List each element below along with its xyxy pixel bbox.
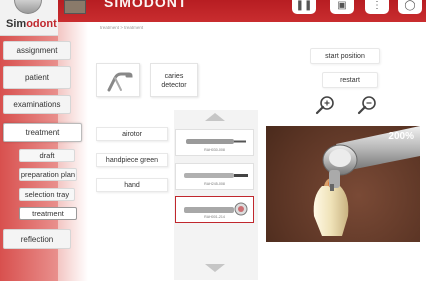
bur-icon [186,139,246,144]
pause-icon[interactable]: ❚❚ [292,0,316,14]
airotor-button[interactable]: airotor [96,127,168,141]
scroll-up-arrow-icon[interactable] [205,113,225,121]
caries-detector-card[interactable]: caries detector [150,63,198,97]
zoom-in-icon[interactable] [314,94,336,116]
handpiece-item[interactable]: RAH030-008 [175,129,254,156]
subnav-draft[interactable]: draft [19,149,75,162]
hand-button[interactable]: hand [96,178,168,192]
caries-detector-label-1: caries [164,73,184,80]
caries-detector-label-2: detector [161,82,187,89]
start-position-button[interactable]: start position [310,48,380,64]
mirror-tool-card[interactable] [96,63,140,97]
sidebar-item-examinations[interactable]: examinations [3,95,71,114]
sidebar-item-treatment[interactable]: treatment [3,123,82,142]
zoom-out-icon[interactable] [356,94,378,116]
app-title: SIMODONT [104,0,188,10]
camera-icon[interactable]: ▣ [330,0,354,14]
zoom-percentage: 200% [388,131,414,142]
handpiece-head-icon [184,202,248,216]
logo: Simodont [0,0,58,36]
patient-thumbnail[interactable] [64,0,86,14]
more-icon[interactable]: ⋮ [365,0,389,14]
sidebar-item-assignment[interactable]: assignment [3,41,71,60]
logo-suffix: odont [26,18,57,30]
3d-preview[interactable]: 200% [266,126,420,242]
power-icon[interactable]: ◯ [398,0,422,14]
logo-text: Simodont [6,18,57,30]
logo-prefix: Sim [6,18,27,30]
breadcrumb: treatment > treatment [100,25,144,30]
subnav-treatment[interactable]: treatment [19,207,77,220]
scroll-down-arrow-icon[interactable] [205,264,225,272]
sidebar-item-reflection[interactable]: reflection [3,229,71,249]
handpiece-code: RAH030-008 [204,148,225,152]
mirror-tool-icon [107,72,133,92]
handpiece-green-button[interactable]: handpiece green [96,153,168,167]
restart-button[interactable]: restart [322,72,378,88]
bur-icon [184,173,248,178]
handpiece-on-tooth-image [313,126,420,236]
logo-dish-icon [14,0,42,14]
subnav-preparation-plan[interactable]: preparation plan [19,168,77,181]
handpiece-item[interactable]: RAH245-008 [175,163,254,190]
handpiece-code: RAH245-008 [204,182,225,186]
sidebar-item-patient[interactable]: patient [3,66,71,89]
subnav-selection-tray[interactable]: selection tray [19,188,75,201]
handpiece-item-selected[interactable]: RAH001-214 [175,196,254,223]
handpiece-code: RAH001-214 [204,215,225,219]
